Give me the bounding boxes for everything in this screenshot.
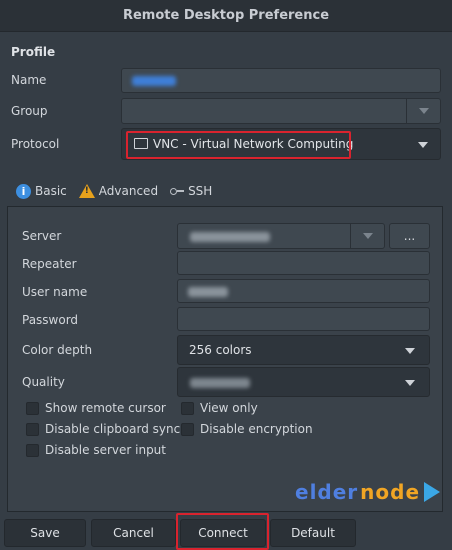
repeater-label: Repeater	[22, 257, 77, 271]
chevron-down-icon	[418, 142, 428, 148]
tab-ssh-label: SSH	[188, 184, 213, 198]
server-value-redacted	[190, 232, 270, 242]
group-combobox[interactable]	[121, 98, 441, 124]
save-button[interactable]: Save	[4, 519, 86, 547]
tab-basic-label: Basic	[35, 184, 67, 198]
quality-combobox[interactable]	[177, 367, 430, 397]
view-only-option[interactable]: View only	[181, 401, 258, 415]
view-only-label: View only	[200, 401, 258, 415]
key-icon	[170, 187, 185, 195]
connect-highlight	[176, 513, 269, 550]
username-input[interactable]	[177, 279, 430, 303]
save-button-label: Save	[30, 526, 60, 540]
color-depth-label: Color depth	[22, 343, 93, 357]
protocol-highlight	[126, 131, 351, 159]
chevron-down-icon	[405, 380, 415, 386]
play-arrow-icon	[424, 482, 441, 502]
disable-server-input-label: Disable server input	[45, 443, 166, 457]
username-value-redacted	[188, 287, 228, 297]
group-dropdown-button[interactable]	[406, 99, 440, 123]
color-depth-combobox[interactable]: 256 colors	[177, 335, 430, 365]
protocol-label: Protocol	[11, 137, 60, 151]
tab-advanced[interactable]: ! Advanced	[73, 178, 164, 204]
name-value-redacted	[132, 76, 176, 86]
color-depth-value: 256 colors	[189, 343, 252, 357]
elder-node-logo: elder node	[295, 480, 441, 504]
show-remote-cursor-checkbox[interactable]	[26, 401, 39, 415]
browse-button-label: ...	[403, 229, 416, 243]
window-title: Remote Desktop Preference	[122, 8, 330, 23]
disable-clipboard-sync-label: Disable clipboard sync	[45, 422, 181, 436]
show-remote-cursor-option[interactable]: Show remote cursor	[26, 401, 166, 415]
disable-encryption-option[interactable]: Disable encryption	[181, 422, 313, 436]
disable-server-input-checkbox[interactable]	[26, 443, 39, 457]
tab-bar: i Basic ! Advanced SSH	[10, 178, 218, 204]
repeater-input[interactable]	[177, 251, 430, 275]
default-button[interactable]: Default	[270, 519, 356, 547]
disable-clipboard-sync-option[interactable]: Disable clipboard sync	[26, 422, 180, 436]
disable-encryption-checkbox[interactable]	[181, 422, 194, 436]
cancel-button[interactable]: Cancel	[91, 519, 176, 547]
tab-basic[interactable]: i Basic	[10, 178, 73, 204]
disable-encryption-label: Disable encryption	[200, 422, 313, 436]
chevron-down-icon	[405, 348, 415, 354]
server-browse-button[interactable]: ...	[389, 223, 430, 249]
profile-section-title: Profile	[11, 45, 56, 59]
quality-value-redacted	[190, 378, 250, 388]
password-label: Password	[22, 313, 79, 327]
password-input[interactable]	[177, 307, 430, 331]
quality-label: Quality	[22, 375, 65, 389]
server-combobox[interactable]	[177, 223, 385, 249]
view-only-checkbox[interactable]	[181, 401, 194, 415]
chevron-down-icon	[418, 108, 429, 114]
username-label: User name	[22, 285, 88, 299]
tab-ssh[interactable]: SSH	[164, 178, 218, 204]
group-label: Group	[11, 104, 48, 118]
server-label: Server	[22, 229, 62, 243]
show-remote-cursor-label: Show remote cursor	[45, 401, 166, 415]
name-label: Name	[11, 73, 47, 87]
disable-server-input-option[interactable]: Disable server input	[26, 443, 166, 457]
cancel-button-label: Cancel	[113, 526, 154, 540]
info-icon: i	[16, 183, 31, 199]
warning-icon: !	[78, 184, 95, 198]
logo-text-part2: node	[360, 480, 421, 504]
disable-clipboard-sync-checkbox[interactable]	[26, 422, 39, 436]
logo-text-part1: elder	[295, 480, 359, 504]
default-button-label: Default	[291, 526, 335, 540]
title-bar: Remote Desktop Preference	[0, 0, 452, 32]
server-dropdown-button[interactable]	[350, 224, 384, 248]
name-input[interactable]	[121, 68, 441, 93]
chevron-down-icon	[362, 233, 373, 239]
tab-advanced-label: Advanced	[98, 184, 159, 198]
